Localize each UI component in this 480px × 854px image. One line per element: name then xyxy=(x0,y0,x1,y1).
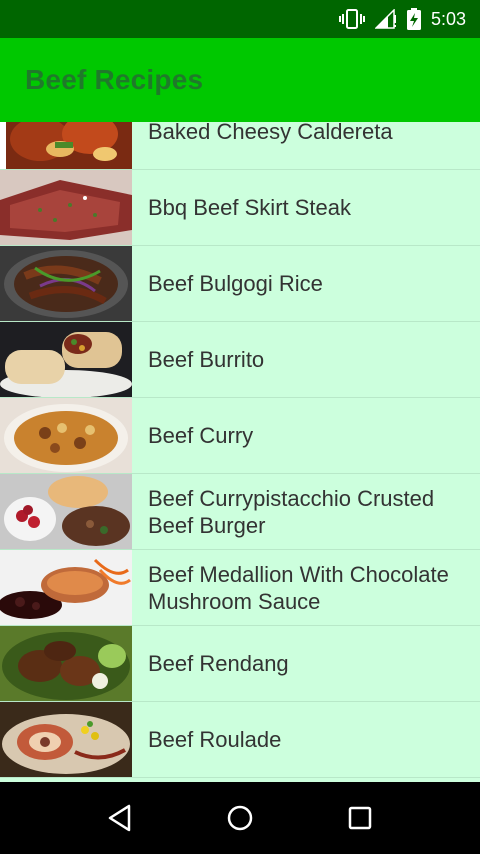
navigation-bar xyxy=(0,782,480,854)
list-item[interactable]: Beef Curry xyxy=(0,398,480,474)
list-item-label: Beef Curry xyxy=(148,423,254,448)
recents-icon xyxy=(348,806,372,830)
list-item-label: Beef Burrito xyxy=(148,347,265,372)
app-title: Beef Recipes xyxy=(25,64,204,95)
list-item-label: Bbq Beef Skirt Steak xyxy=(148,195,351,220)
home-button[interactable] xyxy=(210,788,270,848)
battery-charging-icon xyxy=(406,8,421,30)
caldereta-thumbnail xyxy=(0,122,132,169)
list-item-label: Beef Rendang xyxy=(148,651,289,676)
back-icon xyxy=(108,804,131,832)
medallion-thumbnail xyxy=(0,550,132,625)
burrito-thumbnail xyxy=(0,322,132,397)
vibrate-icon xyxy=(338,8,365,30)
recents-button[interactable] xyxy=(330,788,390,848)
list-item[interactable]: Bbq Beef Skirt Steak xyxy=(0,170,480,246)
list-item[interactable]: Beef Bulgogi Rice xyxy=(0,246,480,322)
skirt-steak-thumbnail xyxy=(0,170,132,245)
status-bar: 5:03 xyxy=(0,0,480,38)
list-item[interactable]: Beef Currypistacchio Crusted Beef Burger xyxy=(0,474,480,550)
roulade-thumbnail xyxy=(0,702,132,777)
recipe-list[interactable]: Baked Cheesy Caldereta Bbq Beef Skirt St… xyxy=(0,122,480,782)
list-item-label: Beef Currypistacchio Crusted Beef Burger xyxy=(148,485,435,538)
curry-thumbnail xyxy=(0,398,132,473)
bulgogi-thumbnail xyxy=(0,246,132,321)
list-item-label: Beef Roulade xyxy=(148,727,282,752)
status-time: 5:03 xyxy=(430,8,466,29)
signal-icon xyxy=(374,9,397,29)
list-item[interactable]: Beef Rendang xyxy=(0,626,480,702)
list-item[interactable]: Beef Roulade xyxy=(0,702,480,778)
app-bar: Beef Recipes xyxy=(0,38,480,122)
list-item-label: Beef Bulgogi Rice xyxy=(148,271,323,296)
back-button[interactable] xyxy=(90,788,150,848)
home-icon xyxy=(227,805,253,831)
list-item[interactable]: Beef Medallion With Chocolate Mushroom S… xyxy=(0,550,480,626)
rendang-thumbnail xyxy=(0,626,132,701)
list-item[interactable]: Beef Burrito xyxy=(0,322,480,398)
burger-thumbnail xyxy=(0,474,132,549)
list-item[interactable]: Baked Cheesy Caldereta xyxy=(0,122,480,170)
list-item-label: Beef Medallion With Chocolate Mushroom S… xyxy=(148,561,449,614)
list-item-label: Baked Cheesy Caldereta xyxy=(148,122,393,144)
